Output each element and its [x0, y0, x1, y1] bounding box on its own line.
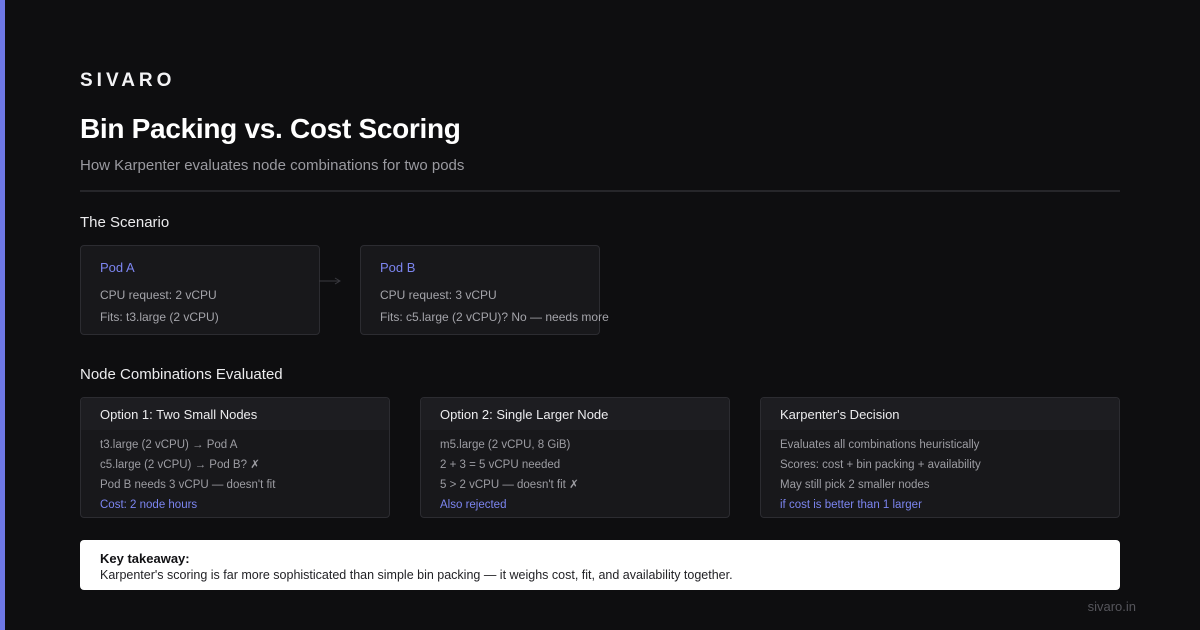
page-subtitle: How Karpenter evaluates node combination… [80, 157, 465, 174]
header-divider [80, 190, 1120, 192]
accent-bar [0, 0, 5, 630]
decision-line: Scores: cost + bin packing + availabilit… [780, 459, 981, 471]
footer-link[interactable]: sivaro.in [1088, 599, 1136, 614]
pod-a-title: Pod A [100, 260, 135, 275]
option-1-line: t3.large (2 vCPU) → Pod A [100, 439, 238, 451]
arrow-right-icon [319, 277, 341, 285]
option-1-highlight: Cost: 2 node hours [100, 499, 198, 511]
decision-highlight: if cost is better than 1 larger [780, 499, 922, 511]
option-card-2: Option 2: Single Larger Node m5.large (2… [420, 397, 730, 518]
option-card-1: Option 1: Two Small Nodes t3.large (2 vC… [80, 397, 390, 518]
option-2-line: 5 > 2 vCPU — doesn't fit ✗ [440, 479, 579, 491]
pod-a-fit: Fits: t3.large (2 vCPU) [100, 310, 219, 324]
option-1-line: c5.large (2 vCPU) → Pod B? ✗ [100, 459, 260, 471]
option-1-title: Option 1: Two Small Nodes [81, 398, 389, 430]
scenario-heading: The Scenario [80, 214, 170, 231]
pod-card-a: Pod A CPU request: 2 vCPU Fits: t3.large… [80, 245, 320, 335]
takeaway-title: Key takeaway: [100, 551, 190, 566]
pod-b-fit: Fits: c5.large (2 vCPU)? No — needs more [380, 310, 609, 324]
pod-a-cpu-request: CPU request: 2 vCPU [100, 288, 217, 302]
takeaway-text: Karpenter's scoring is far more sophisti… [100, 568, 733, 582]
decision-line: May still pick 2 smaller nodes [780, 479, 930, 491]
combinations-heading: Node Combinations Evaluated [80, 366, 283, 383]
key-takeaway-box: Key takeaway: Karpenter's scoring is far… [80, 540, 1120, 590]
decision-title: Karpenter's Decision [761, 398, 1119, 430]
page-title: Bin Packing vs. Cost Scoring [80, 113, 461, 144]
option-1-line: Pod B needs 3 vCPU — doesn't fit [100, 479, 276, 491]
pod-card-b: Pod B CPU request: 3 vCPU Fits: c5.large… [360, 245, 609, 335]
pod-b-title: Pod B [380, 260, 416, 275]
brand-logo: SIVARO [80, 70, 176, 91]
decision-line: Evaluates all combinations heuristically [780, 439, 980, 451]
option-2-title: Option 2: Single Larger Node [421, 398, 729, 430]
option-2-line: 2 + 3 = 5 vCPU needed [440, 459, 561, 471]
option-2-line: m5.large (2 vCPU, 8 GiB) [440, 439, 571, 451]
pod-b-cpu-request: CPU request: 3 vCPU [380, 288, 497, 302]
option-2-highlight: Also rejected [440, 499, 507, 511]
decision-card: Karpenter's Decision Evaluates all combi… [760, 397, 1120, 518]
